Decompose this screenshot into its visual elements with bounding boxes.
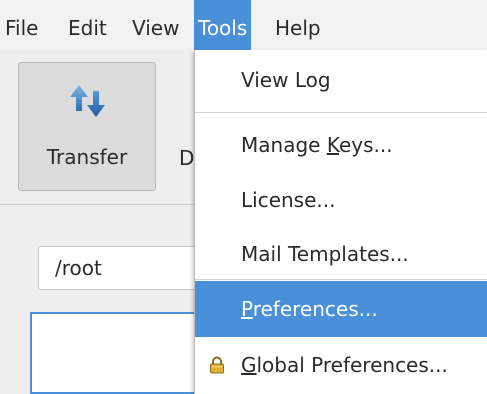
menu-tools[interactable]: Tools: [194, 0, 252, 50]
menu-separator: [195, 112, 487, 113]
lock-icon: [210, 356, 224, 374]
partial-toolbar-label: D: [179, 146, 195, 170]
menu-item-label: View Log: [241, 68, 331, 92]
menu-item-label: Preferences...: [241, 297, 378, 321]
menu-item-label: Mail Templates...: [241, 242, 409, 266]
menu-separator: [195, 279, 487, 280]
menu-item-label: Manage Keys...: [241, 133, 393, 157]
menu-item-mail-templates[interactable]: Mail Templates...: [195, 226, 487, 282]
path-input[interactable]: /root: [38, 246, 198, 290]
transfer-button[interactable]: Transfer: [18, 62, 156, 191]
menu-edit[interactable]: Edit: [66, 0, 109, 50]
menu-item-global-preferences[interactable]: Global Preferences...: [195, 337, 487, 393]
menu-view[interactable]: View: [130, 0, 181, 50]
menu-item-preferences[interactable]: Preferences...: [195, 281, 487, 337]
menu-item-label: Global Preferences...: [241, 353, 448, 377]
menu-item-view-log[interactable]: View Log: [195, 52, 487, 108]
tools-dropdown-menu: View Log Manage Keys... License... Mail …: [194, 50, 487, 394]
menu-item-license[interactable]: License...: [195, 172, 487, 228]
file-list[interactable]: [30, 312, 200, 394]
menu-item-manage-keys[interactable]: Manage Keys...: [195, 117, 487, 173]
menu-item-label: License...: [241, 188, 336, 212]
transfer-arrows-icon: [70, 85, 105, 117]
menu-help[interactable]: Help: [273, 0, 323, 50]
transfer-label: Transfer: [46, 145, 128, 169]
menu-file[interactable]: File: [3, 0, 40, 50]
menu-bar: File Edit View Tools Help: [0, 0, 487, 50]
